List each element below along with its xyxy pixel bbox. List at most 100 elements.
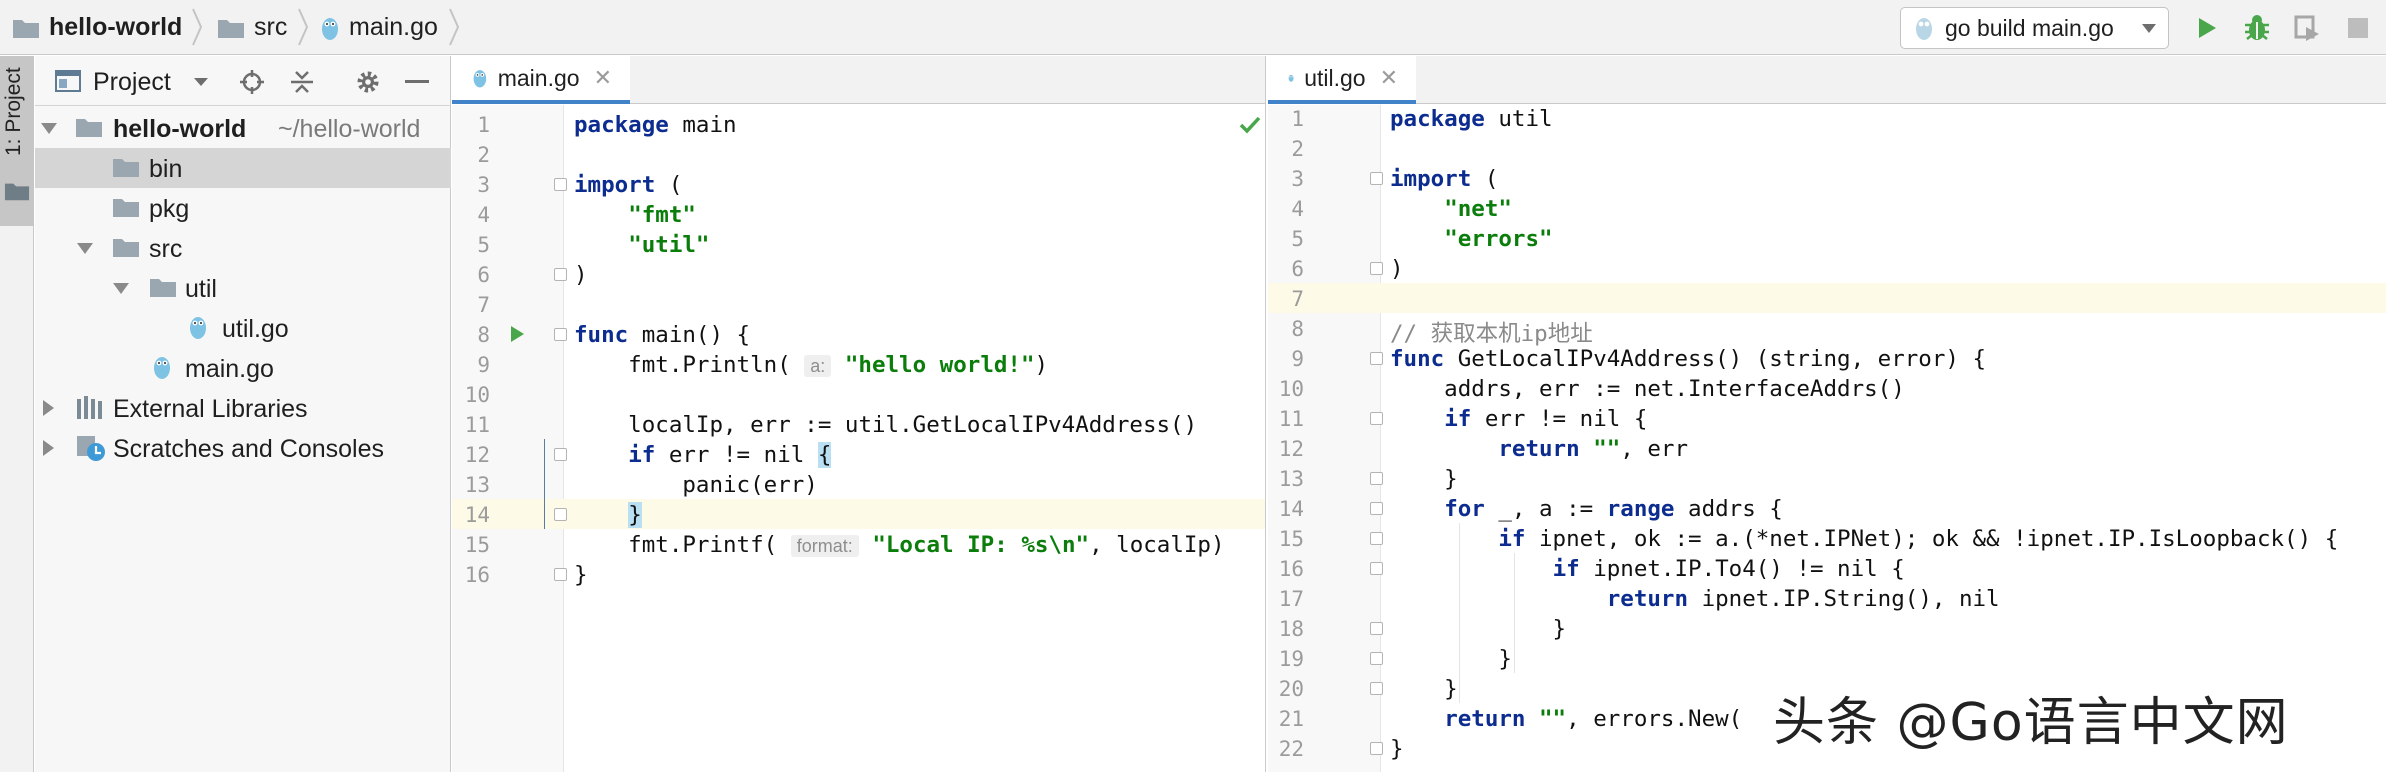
code-token: if	[1552, 556, 1580, 582]
code-line[interactable]: 6)	[452, 259, 1265, 289]
close-icon[interactable]: ✕	[594, 65, 612, 91]
code-line[interactable]: 14 }	[452, 499, 1265, 529]
fold-marker-icon[interactable]	[554, 268, 567, 281]
tree-item-external-libraries[interactable]: External Libraries	[35, 388, 451, 428]
project-tool-window-button[interactable]: 1: Project	[0, 56, 34, 226]
tab-util-go[interactable]: util.go ✕	[1268, 56, 1416, 104]
breadcrumb-project[interactable]: hello-world	[12, 0, 182, 55]
code-token: ipnet.IP.String(), nil	[1688, 586, 2000, 612]
expand-toggle-icon[interactable]	[43, 440, 54, 456]
run-icon[interactable]	[2191, 13, 2221, 43]
tree-item-pkg[interactable]: pkg	[35, 188, 451, 228]
code-line[interactable]: 2	[1268, 133, 2386, 163]
editor-main-go[interactable]: main.go ✕ 1 package main 2 3 import (4 "fmt"…	[452, 56, 1266, 772]
code-line[interactable]: 6)	[1268, 253, 2386, 283]
chevron-down-icon[interactable]	[193, 77, 209, 87]
fold-marker-icon[interactable]	[1370, 172, 1383, 185]
expand-toggle-icon[interactable]	[43, 400, 54, 416]
code-line[interactable]: 16 if ipnet.IP.To4() != nil {	[1268, 553, 2386, 583]
tree-item-bin[interactable]: bin	[35, 148, 451, 188]
tree-item-src[interactable]: src	[35, 228, 451, 268]
fold-marker-icon[interactable]	[554, 568, 567, 581]
code-line[interactable]: 5 "util"	[452, 229, 1265, 259]
tree-item-util[interactable]: util	[35, 268, 451, 308]
code-line[interactable]: 3 import (	[1268, 163, 2386, 193]
tree-item-util-go[interactable]: util.go	[35, 308, 451, 348]
fold-marker-icon[interactable]	[1370, 352, 1383, 365]
code-area[interactable]: 1 package main 2 3 import (4 "fmt" 5 "util" 6)…	[452, 105, 1265, 772]
line-number: 4	[477, 203, 490, 227]
expand-toggle-icon[interactable]	[41, 123, 57, 134]
code-line[interactable]: 14 for _, a := range addrs {	[1268, 493, 2386, 523]
fold-marker-icon[interactable]	[1370, 502, 1383, 515]
code-line[interactable]: 7	[452, 289, 1265, 319]
tree-item-scratches[interactable]: Scratches and Consoles	[35, 428, 451, 468]
fold-marker-icon[interactable]	[1370, 622, 1383, 635]
fold-marker-icon[interactable]	[1370, 262, 1383, 275]
fold-marker-icon[interactable]	[1370, 472, 1383, 485]
project-panel-title[interactable]: Project	[93, 68, 171, 97]
code-line[interactable]: 4 "net"	[1268, 193, 2386, 223]
code-line[interactable]: 8// 获取本机ip地址	[1268, 313, 2386, 347]
code-line[interactable]: 4 "fmt"	[452, 199, 1265, 229]
gear-icon[interactable]	[355, 69, 381, 95]
tree-item-label: pkg	[149, 195, 190, 223]
code-line[interactable]: 16}	[452, 559, 1265, 589]
fold-marker-icon[interactable]	[1370, 412, 1383, 425]
code-line[interactable]: 5 "errors"	[1268, 223, 2386, 253]
fold-marker-icon[interactable]	[1370, 742, 1383, 755]
code-line[interactable]: 19 }	[1268, 643, 2386, 673]
fold-marker-icon[interactable]	[554, 508, 567, 521]
fold-marker-icon[interactable]	[1370, 532, 1383, 545]
fold-marker-icon[interactable]	[554, 448, 567, 461]
code-line[interactable]: 9 func GetLocalIPv4Address() (string, err…	[1268, 343, 2386, 373]
code-line[interactable]: 10	[452, 379, 1265, 409]
coverage-icon[interactable]	[2292, 13, 2322, 43]
code-line[interactable]: 10 addrs, err := net.InterfaceAddrs()	[1268, 373, 2386, 403]
tab-main-go[interactable]: main.go ✕	[452, 56, 630, 104]
code-line[interactable]: 9 fmt.Println( a: "hello world!")	[452, 349, 1265, 379]
fold-marker-icon[interactable]	[1370, 562, 1383, 575]
code-text: )	[1390, 256, 1404, 282]
stop-icon[interactable]	[2343, 13, 2373, 43]
expand-toggle-icon[interactable]	[113, 283, 129, 294]
fold-marker-icon[interactable]	[554, 328, 567, 341]
breadcrumb-main-go[interactable]: main.go	[320, 0, 438, 55]
code-line[interactable]: 13 panic(err)	[452, 469, 1265, 499]
tree-item-main-go[interactable]: main.go	[35, 348, 451, 388]
run-configuration-select[interactable]: go build main.go	[1900, 7, 2169, 49]
minimize-icon[interactable]	[405, 80, 429, 84]
code-line[interactable]: 13 }	[1268, 463, 2386, 493]
close-icon[interactable]: ✕	[1380, 65, 1398, 91]
code-line[interactable]: 18 }	[1268, 613, 2386, 643]
code-line[interactable]: 12 return "", err	[1268, 433, 2386, 463]
code-line[interactable]: 1 package main	[452, 109, 1265, 139]
tree-item-hello-world[interactable]: hello-world ~/hello-world	[35, 108, 451, 148]
code-line[interactable]: 7	[1268, 283, 2386, 313]
code-line[interactable]: 11 if err != nil {	[1268, 403, 2386, 433]
run-gutter-icon[interactable]	[509, 325, 525, 343]
code-line[interactable]: 17 return ipnet.IP.String(), nil	[1268, 583, 2386, 613]
code-token: , err	[1620, 436, 1689, 462]
locate-icon[interactable]	[239, 69, 265, 95]
code-line[interactable]: 2	[452, 139, 1265, 169]
code-text: "util"	[574, 232, 709, 258]
debug-icon[interactable]	[2242, 13, 2272, 43]
expand-toggle-icon[interactable]	[77, 243, 93, 254]
code-line[interactable]: 8 func main() {	[452, 319, 1265, 349]
editor-util-go[interactable]: util.go ✕ 1 package util 2 3 import (4 "net"…	[1268, 56, 2386, 772]
code-line[interactable]: 11 localIp, err := util.GetLocalIPv4Addr…	[452, 409, 1265, 439]
code-text: }	[574, 502, 642, 528]
code-token: for	[1444, 496, 1485, 522]
fold-marker-icon[interactable]	[1370, 652, 1383, 665]
code-line[interactable]: 1 package util	[1268, 103, 2386, 133]
code-line[interactable]: 15 if ipnet, ok := a.(*net.IPNet); ok &&…	[1268, 523, 2386, 553]
code-line[interactable]: 12 if err != nil {	[452, 439, 1265, 469]
breadcrumb-src[interactable]: src	[217, 0, 287, 55]
code-area[interactable]: 1 package util 2 3 import (4 "net" 5 "errors"…	[1268, 105, 2386, 772]
collapse-all-icon[interactable]	[289, 69, 315, 95]
code-line[interactable]: 3 import (	[452, 169, 1265, 199]
fold-marker-icon[interactable]	[1370, 682, 1383, 695]
code-line[interactable]: 15 fmt.Printf( format: "Local IP: %s\n",…	[452, 529, 1265, 559]
fold-marker-icon[interactable]	[554, 178, 567, 191]
